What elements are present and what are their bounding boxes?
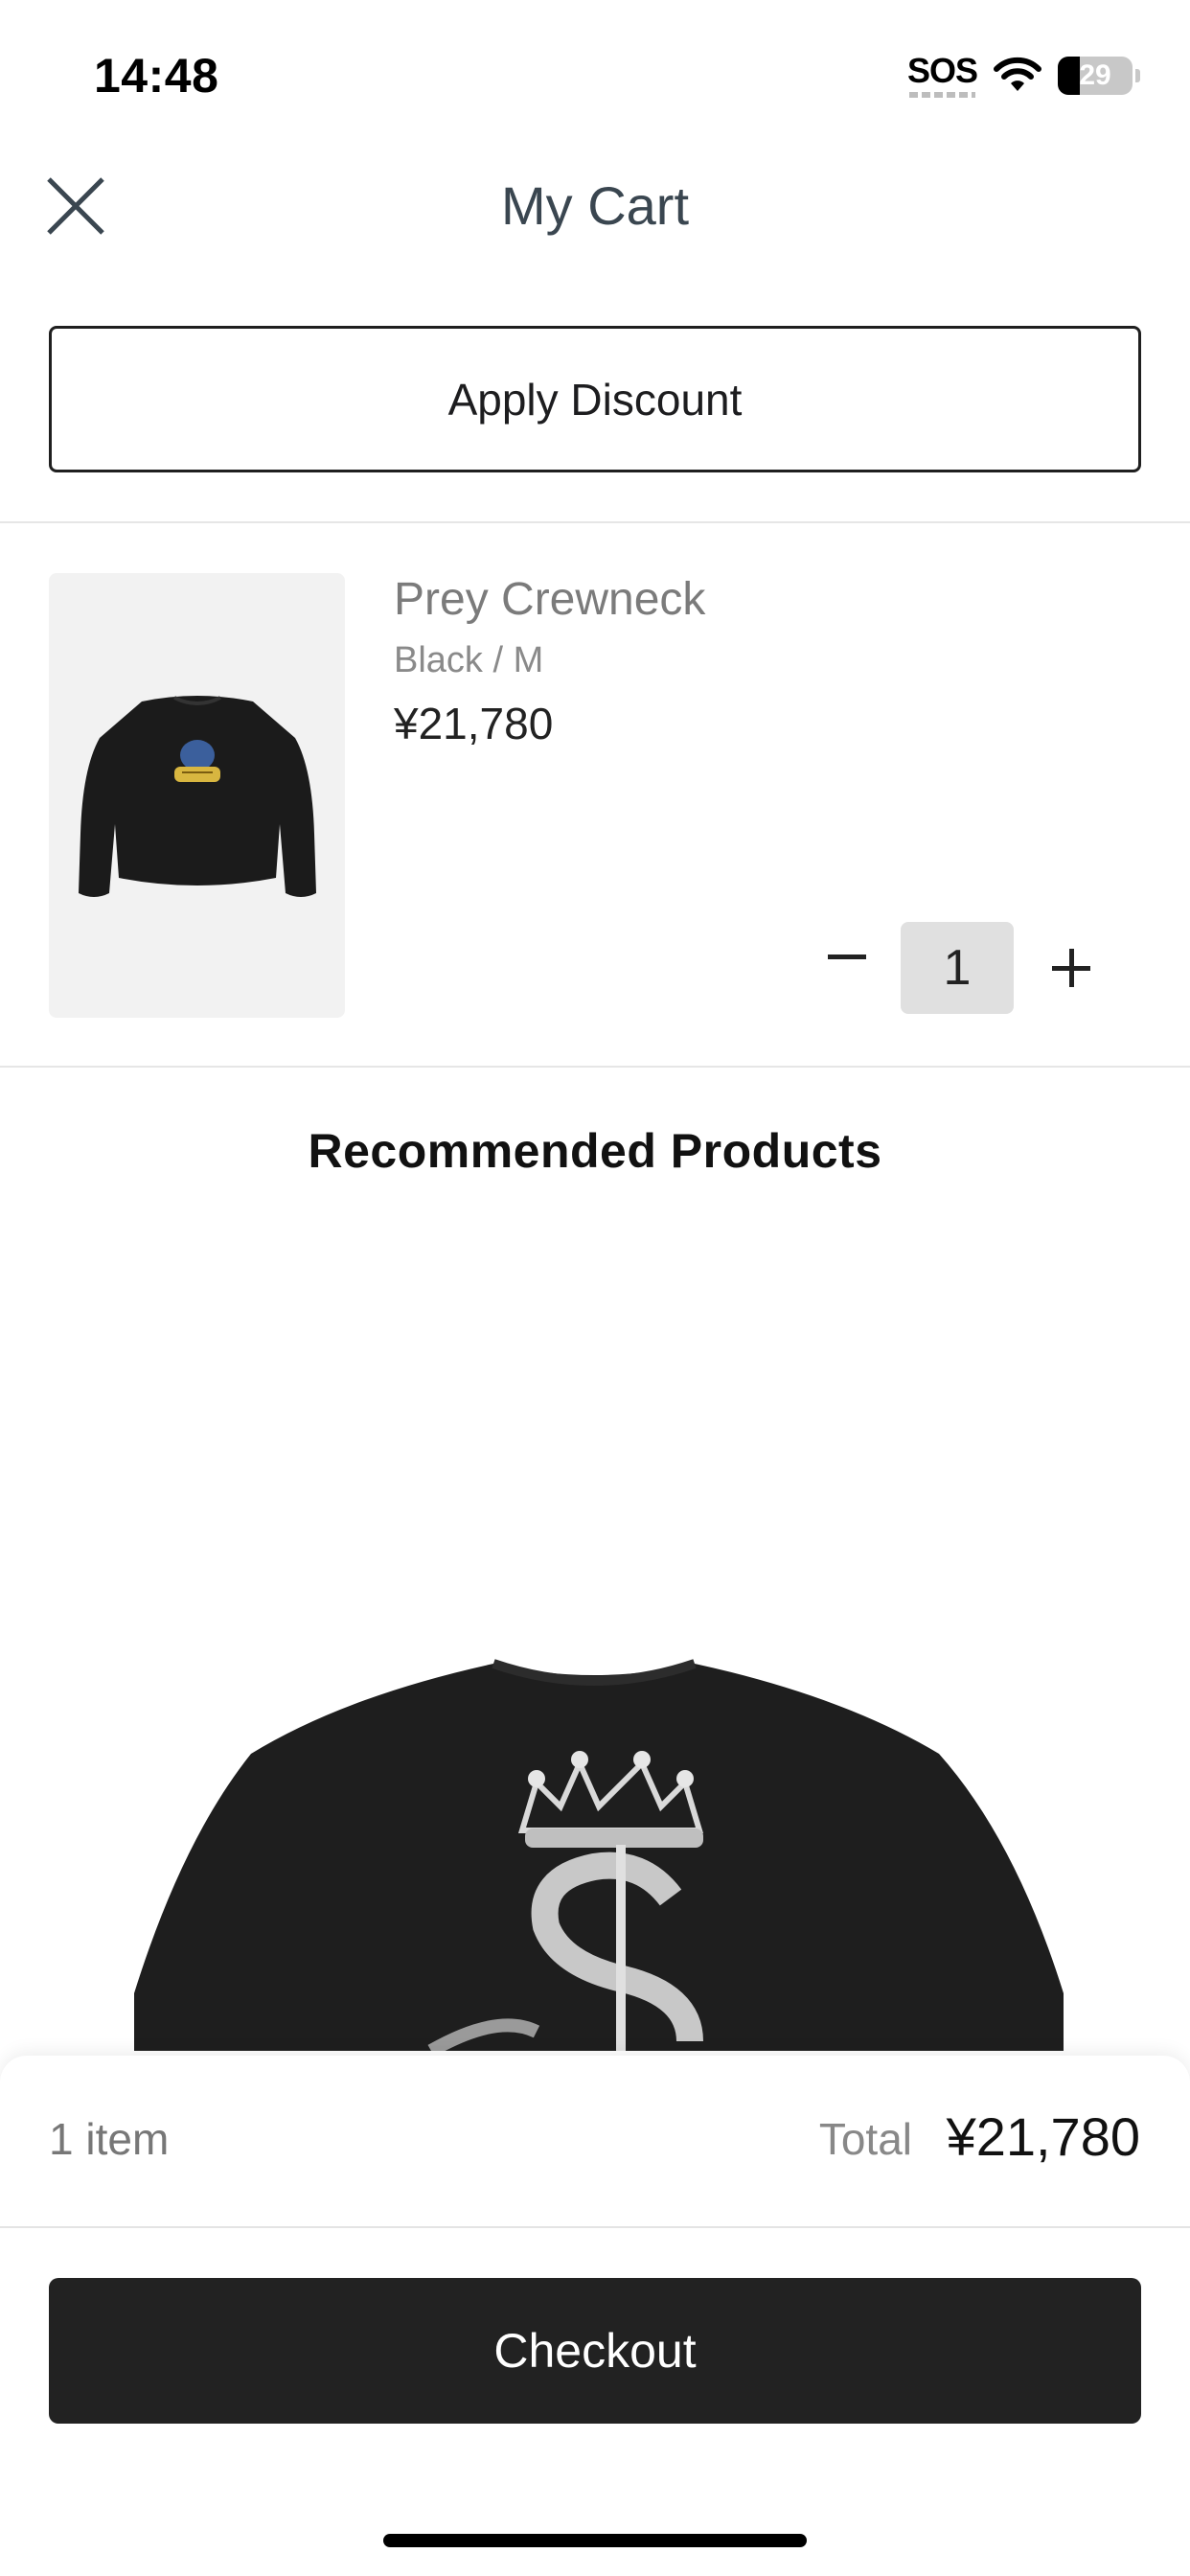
battery-level: 29 — [1079, 59, 1111, 91]
wifi-icon — [994, 57, 1041, 91]
product-name[interactable]: Prey Crewneck — [394, 573, 705, 626]
status-time: 14:48 — [94, 49, 219, 103]
battery-icon: 29 — [1058, 57, 1140, 95]
status-bar: 14:48 SOS 29 — [0, 0, 1190, 144]
cart-summary-sheet: 1 item Total ¥21,780 Checkout — [0, 2056, 1190, 2576]
divider — [0, 521, 1190, 523]
checkout-button[interactable]: Checkout — [49, 2278, 1141, 2424]
status-indicators: SOS 29 — [907, 52, 1140, 100]
recommended-products-title: Recommended Products — [308, 1124, 882, 1178]
tshirt-image — [134, 1659, 1064, 2051]
quantity-field[interactable]: 1 — [901, 922, 1014, 1014]
product-variant: Black / M — [394, 640, 544, 680]
home-indicator[interactable] — [383, 2534, 807, 2547]
total-label: Total — [818, 2114, 912, 2164]
recommended-product-image[interactable] — [0, 1648, 1190, 2051]
divider — [0, 1066, 1190, 1068]
item-count: 1 item — [49, 2114, 170, 2164]
product-price: ¥21,780 — [394, 699, 554, 748]
minus-icon — [828, 954, 866, 959]
quantity-decrement-button[interactable] — [818, 928, 876, 985]
quantity-increment-button[interactable] — [1042, 939, 1100, 997]
divider — [0, 2226, 1190, 2228]
cart-header: My Cart — [0, 144, 1190, 278]
cart-item-image[interactable] — [49, 573, 345, 1018]
total-value: ¥21,780 — [946, 2106, 1140, 2167]
crewneck-sweatshirt-image — [78, 696, 316, 897]
sos-indicator: SOS — [907, 54, 978, 98]
apply-discount-button[interactable]: Apply Discount — [49, 326, 1141, 472]
page-title: My Cart — [501, 175, 689, 236]
